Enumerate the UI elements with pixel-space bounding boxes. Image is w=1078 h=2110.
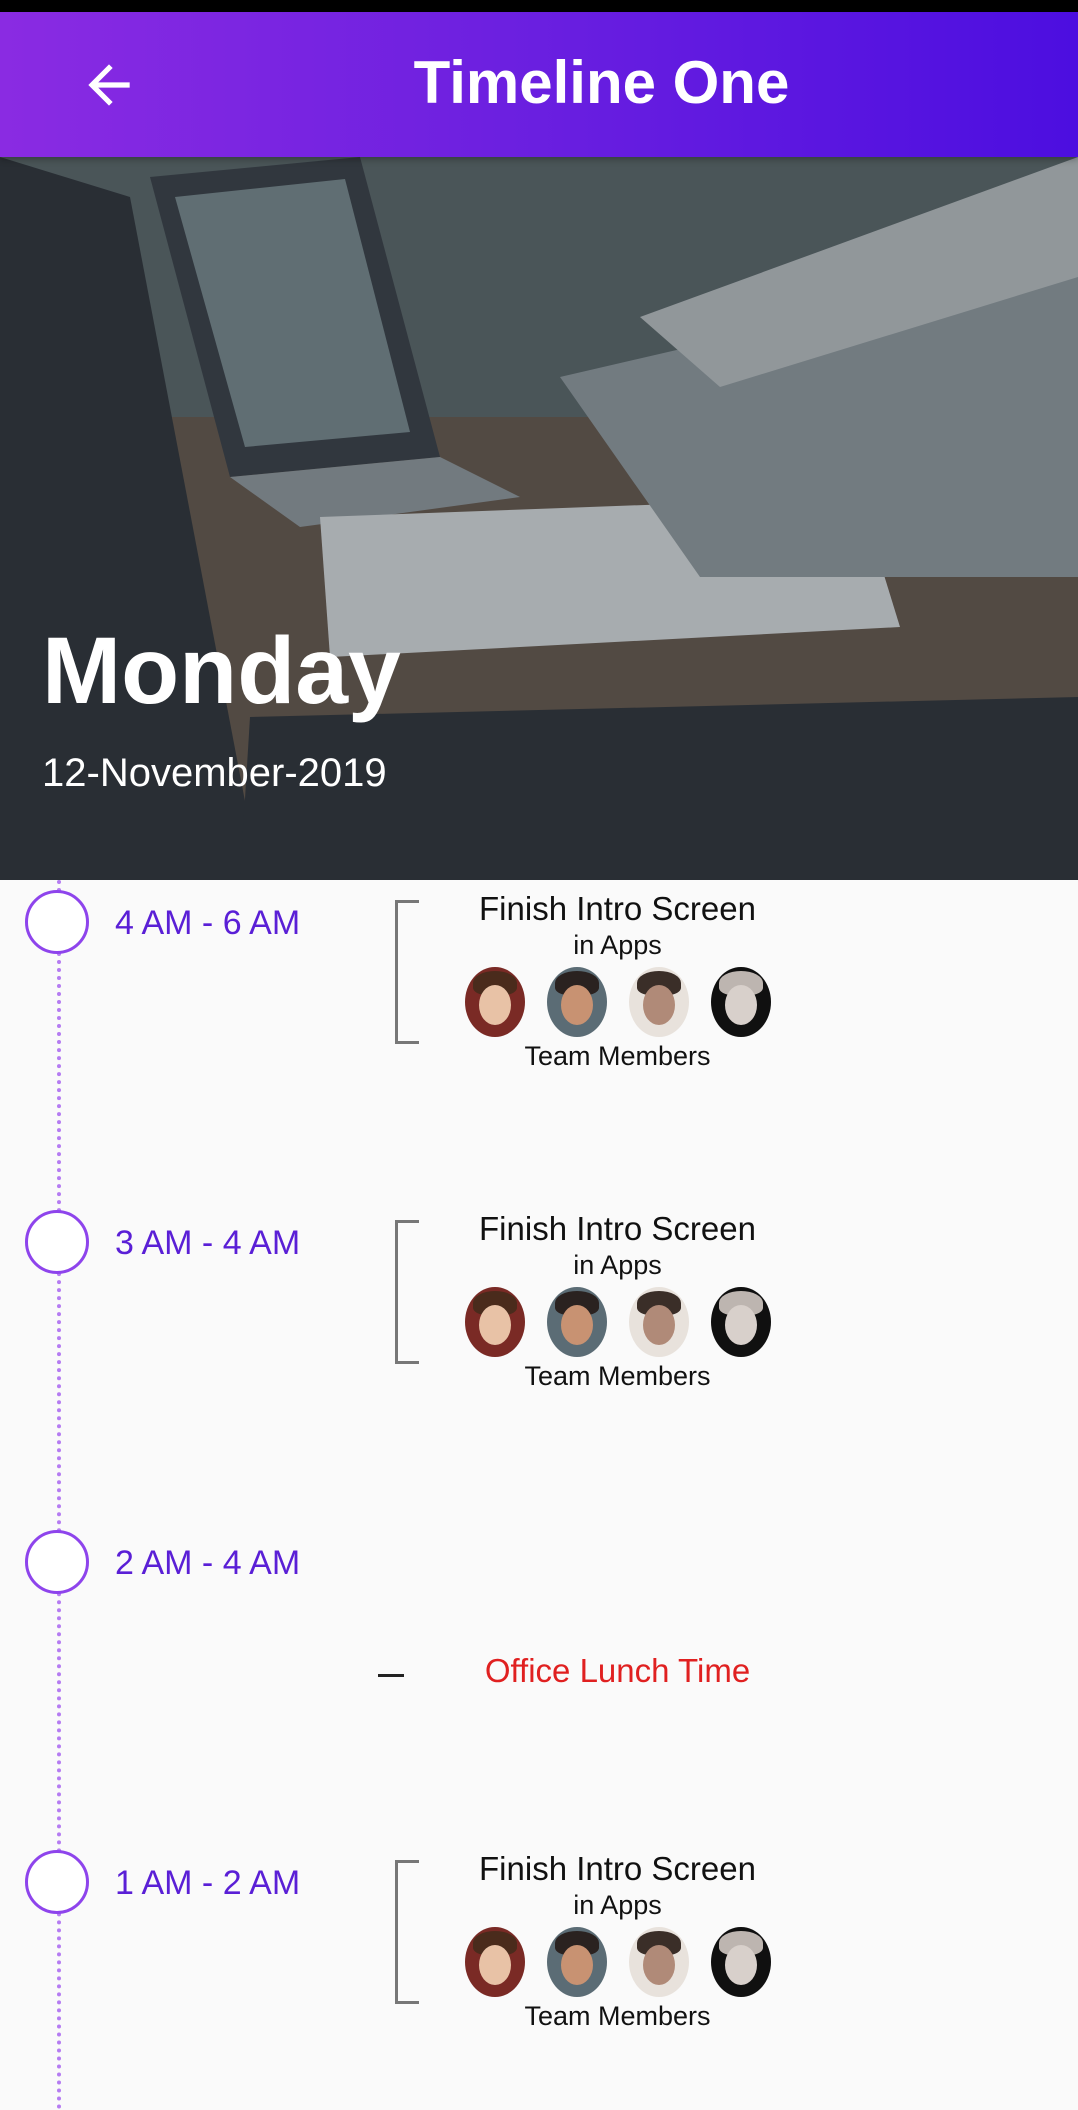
timeline-node [25, 890, 89, 954]
app-bar: Timeline One [0, 12, 1078, 157]
time-label: 2 AM - 4 AM [115, 1544, 301, 1582]
lunch-label[interactable]: Office Lunch Time [430, 1652, 805, 1690]
timeline-node [25, 1850, 89, 1914]
avatar[interactable] [628, 1287, 689, 1357]
timeline-line [57, 880, 61, 2110]
time-label: 3 AM - 4 AM [115, 1224, 301, 1262]
task-title: Finish Intro Screen [479, 1850, 756, 1887]
team-avatars [430, 1927, 805, 1997]
avatar[interactable] [710, 1927, 771, 1997]
status-bar [0, 0, 1078, 12]
timeline: 4 AM - 6 AM Finish Intro Screen in Apps … [0, 880, 1078, 2110]
team-avatars [430, 967, 805, 1037]
task-subtitle: in Apps [573, 930, 662, 960]
avatar[interactable] [628, 967, 689, 1037]
dash-marker [378, 1674, 404, 1677]
team-avatars [430, 1287, 805, 1357]
timeline-node [25, 1530, 89, 1594]
task-card[interactable]: Finish Intro Screen in Apps Team Members [430, 1850, 805, 2032]
timeline-node [25, 1210, 89, 1274]
task-title: Finish Intro Screen [479, 890, 756, 927]
page-title: Timeline One [413, 49, 790, 116]
team-members-label: Team Members [524, 1041, 711, 1071]
day-heading: Monday [42, 618, 401, 724]
avatar[interactable] [464, 967, 525, 1037]
avatar[interactable] [710, 967, 771, 1037]
time-label: 1 AM - 2 AM [115, 1864, 301, 1902]
task-title: Finish Intro Screen [479, 1210, 756, 1247]
team-members-label: Team Members [524, 1361, 711, 1391]
team-members-label: Team Members [524, 2001, 711, 2031]
date-label: 12-November-2019 [42, 751, 387, 795]
avatar[interactable] [546, 967, 607, 1037]
task-card[interactable]: Finish Intro Screen in Apps Team Members [430, 1210, 805, 1392]
bracket-line [395, 1860, 419, 2004]
avatar[interactable] [628, 1927, 689, 1997]
task-subtitle: in Apps [573, 1890, 662, 1920]
hero-image: Monday 12-November-2019 [0, 157, 1078, 880]
avatar[interactable] [546, 1287, 607, 1357]
task-subtitle: in Apps [573, 1250, 662, 1280]
time-label: 4 AM - 6 AM [115, 904, 301, 942]
avatar[interactable] [546, 1927, 607, 1997]
bracket-line [395, 900, 419, 1044]
avatar[interactable] [710, 1287, 771, 1357]
avatar[interactable] [464, 1287, 525, 1357]
task-card[interactable]: Finish Intro Screen in Apps Team Members [430, 890, 805, 1072]
avatar[interactable] [464, 1927, 525, 1997]
bracket-line [395, 1220, 419, 1364]
